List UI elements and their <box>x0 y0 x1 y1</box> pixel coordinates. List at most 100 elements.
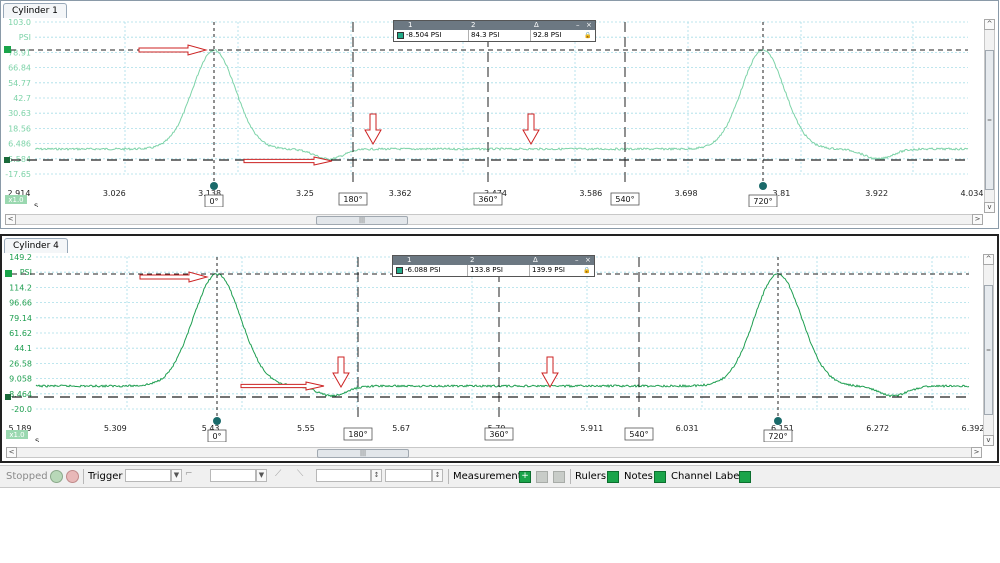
trigger-label: Trigger <box>88 471 123 482</box>
measurement-box[interactable]: 1 2 Δ – × -8.504 PSI 84.3 PSI 92.8 PSI 🔒 <box>393 20 596 42</box>
ruler-handle-icon <box>774 417 782 425</box>
trigger-channel-select[interactable] <box>210 469 256 482</box>
meas-value-delta: 139.9 PSI <box>532 266 565 274</box>
ruler-handle-icon <box>759 182 767 190</box>
minimize-icon[interactable]: – <box>576 21 580 30</box>
y-tick-label: 66.84 <box>8 64 31 73</box>
x-tick-label: 5.911 <box>580 424 603 433</box>
annotation-arrow-down-icon <box>541 356 559 389</box>
y-tick-label: PSI <box>20 268 32 277</box>
horizontal-scrollbar[interactable]: < ||| <box>6 447 981 458</box>
close-icon[interactable]: × <box>586 21 592 30</box>
x-tick-label: 3.586 <box>579 189 602 198</box>
x-tick-label: 3.026 <box>103 189 126 198</box>
start-button[interactable] <box>50 470 63 483</box>
ruler-label: 720° <box>768 432 787 441</box>
vertical-scroll-thumb[interactable]: = <box>985 50 994 190</box>
zoom-badge-label: x1.0 <box>8 196 23 204</box>
y-tick-label: -17.65 <box>5 170 31 179</box>
scroll-down-icon[interactable]: v <box>983 435 994 446</box>
remove-measurement-button[interactable] <box>536 471 548 483</box>
channel-swatch-icon <box>397 32 404 39</box>
annotation-arrow-right-icon <box>240 381 325 391</box>
trigger-edge-icon[interactable]: ⌐ <box>185 469 199 482</box>
x-tick-label: 5.67 <box>392 424 410 433</box>
scroll-left-icon[interactable]: < <box>6 447 17 458</box>
rulers-label: Rulers <box>575 471 607 482</box>
vertical-scrollbar[interactable]: ^ = v <box>984 19 995 213</box>
tab-cylinder-1[interactable]: Cylinder 1 <box>3 3 67 18</box>
channel-labels-label: Channel Labels <box>671 471 748 482</box>
notes-button[interactable] <box>654 471 666 483</box>
ruler-label: 540° <box>629 430 648 439</box>
scroll-left-icon[interactable]: < <box>5 214 16 225</box>
rising-edge-icon[interactable]: ⟋ <box>275 469 281 479</box>
x-tick-label: 6.272 <box>866 424 889 433</box>
scope-plot-cylinder-4[interactable]: 149.2 PSI 114.2 96.66 79.14 61.62 44.1 26.58 9.0… <box>2 252 995 442</box>
meas-value-delta: 92.8 PSI <box>533 31 562 39</box>
scroll-up-icon[interactable]: ^ <box>983 254 994 265</box>
ruler-handle-icon <box>213 417 221 425</box>
scope-panel-cylinder-4: Cylinder 4 149.2 PSI 114.2 96.66 79.14 61.62 4… <box>0 234 999 463</box>
y-tick-label: 30.63 <box>8 109 31 118</box>
ruler-label: 0° <box>209 197 218 206</box>
y-tick-label: 114.2 <box>9 283 32 292</box>
horizontal-scroll-thumb[interactable]: ||| <box>317 449 409 458</box>
vertical-scrollbar[interactable]: ^ = v <box>983 254 994 446</box>
y-tick-label: 103.0 <box>8 18 31 27</box>
scroll-right-icon[interactable]: > <box>972 214 983 225</box>
meas-col1-header: 1 <box>407 256 412 264</box>
scroll-right-icon[interactable]: > <box>971 447 982 458</box>
x-tick-label: 3.362 <box>389 189 412 198</box>
y-tick-label: PSI <box>19 33 31 42</box>
close-icon[interactable]: × <box>585 256 591 265</box>
lock-icon[interactable]: 🔒 <box>583 266 590 275</box>
y-tick-label: 61.62 <box>9 329 32 338</box>
rulers-button[interactable] <box>607 471 619 483</box>
add-measurement-button[interactable]: + <box>519 471 531 483</box>
ruler-label: 720° <box>753 197 772 206</box>
scroll-up-icon[interactable]: ^ <box>984 19 995 30</box>
edit-measurement-button[interactable] <box>553 471 565 483</box>
y-tick-label: 42.7 <box>13 94 31 103</box>
falling-edge-icon[interactable]: ⟍ <box>297 469 303 479</box>
tab-cylinder-4[interactable]: Cylinder 4 <box>4 238 68 253</box>
pre-trigger-input[interactable] <box>385 469 432 482</box>
y-tick-label: 149.2 <box>9 253 32 262</box>
spinner-icon[interactable]: ↕ <box>432 469 443 482</box>
x-unit-label: s <box>34 201 38 207</box>
bottom-toolbar: Stopped Trigger ▼ ⌐ ▼ ⟋ ⟍ ↕ ↕ Measuremen… <box>0 465 1000 488</box>
ruler-label: 0° <box>212 432 221 441</box>
meas-value-2: 133.8 PSI <box>470 266 503 274</box>
meas-col2-header: 2 <box>470 256 475 264</box>
meas-value-1: -6.088 PSI <box>405 266 441 274</box>
x-tick-label: 3.698 <box>675 189 698 198</box>
measurement-box[interactable]: 1 2 Δ – × -6.088 PSI 133.8 PSI 139.9 PSI… <box>392 255 595 277</box>
chevron-down-icon[interactable]: ▼ <box>256 469 267 482</box>
spinner-icon[interactable]: ↕ <box>371 469 382 482</box>
y-tick-label: 54.77 <box>8 79 31 88</box>
trigger-threshold-input[interactable] <box>316 469 371 482</box>
vertical-scroll-thumb[interactable]: = <box>984 285 993 415</box>
trigger-mode-select[interactable] <box>125 469 171 482</box>
channel-labels-button[interactable] <box>739 471 751 483</box>
x-tick-label: 5.309 <box>104 424 127 433</box>
scroll-down-icon[interactable]: v <box>984 202 995 213</box>
lock-icon[interactable]: 🔒 <box>584 31 591 40</box>
y-tick-label: 26.58 <box>9 359 32 368</box>
y-tick-label: 6.486 <box>8 140 31 149</box>
notes-label: Notes <box>624 471 653 482</box>
annotation-arrow-down-icon <box>364 113 382 146</box>
horizontal-scroll-thumb[interactable]: ||| <box>316 216 408 225</box>
ruler-handle-icon <box>4 157 10 163</box>
scope-plot-cylinder-1[interactable]: 103.0PSI78.9166.8454.7742.730.6318.566.4… <box>1 17 996 207</box>
channel-swatch-icon <box>396 267 403 274</box>
horizontal-scrollbar[interactable]: < ||| <box>5 214 982 225</box>
annotation-arrow-down-icon <box>332 356 350 389</box>
chevron-down-icon[interactable]: ▼ <box>171 469 182 482</box>
x-tick-label: 3.922 <box>865 189 888 198</box>
minimize-icon[interactable]: – <box>575 256 579 265</box>
stop-button[interactable] <box>66 470 79 483</box>
x-tick-label: 3.25 <box>296 189 314 198</box>
x-tick-label: 6.392 <box>962 424 985 433</box>
